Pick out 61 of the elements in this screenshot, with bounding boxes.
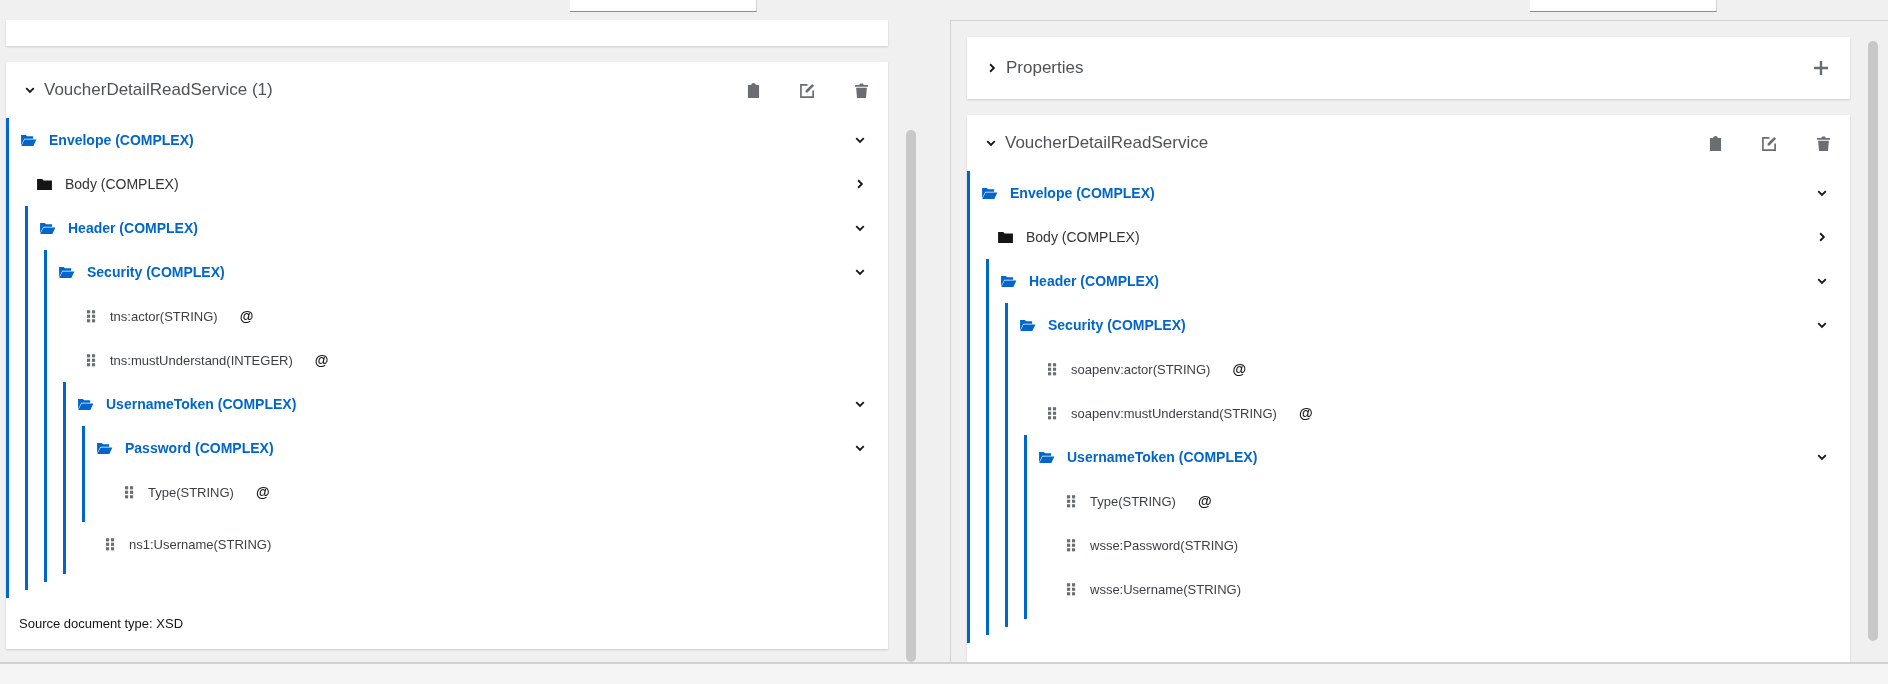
scrollbar[interactable] [906, 130, 916, 662]
folder-open-icon [20, 133, 37, 147]
tree-item[interactable]: Password (COMPLEX) [125, 440, 274, 456]
add-icon[interactable] [1814, 61, 1828, 75]
tree-item[interactable]: Header (COMPLEX) [1029, 273, 1159, 289]
tree-item[interactable]: UsernameToken (COMPLEX) [106, 396, 297, 412]
tree-item[interactable]: Body (COMPLEX) [1026, 229, 1140, 245]
tree-item[interactable]: Header (COMPLEX) [68, 220, 198, 236]
drag-handle-icon[interactable] [106, 537, 115, 551]
folder-icon [997, 230, 1014, 244]
tree-item[interactable]: Type(STRING) [148, 484, 234, 500]
edit-icon[interactable] [1762, 135, 1777, 151]
tree-item[interactable]: Type(STRING) [1090, 493, 1176, 509]
card-title: VoucherDetailReadService (1) [44, 80, 273, 100]
attribute-marker: @ [1232, 361, 1247, 377]
tree-item[interactable]: tns:actor(STRING) [110, 308, 218, 324]
tree-item[interactable]: UsernameToken (COMPLEX) [1067, 449, 1258, 465]
drag-handle-icon[interactable] [1067, 582, 1076, 596]
drag-handle-icon[interactable] [125, 485, 134, 499]
drag-handle-icon[interactable] [87, 353, 96, 367]
scrollbar[interactable] [1868, 41, 1878, 641]
tree-item[interactable]: wsse:Username(STRING) [1090, 581, 1241, 597]
tree-item[interactable]: Envelope (COMPLEX) [1010, 185, 1155, 201]
trash-icon[interactable] [855, 82, 868, 98]
folder-open-icon [77, 397, 94, 411]
tree-item[interactable]: Security (COMPLEX) [1048, 317, 1186, 333]
attribute-marker: @ [1197, 493, 1212, 509]
tree-item[interactable]: tns:mustUnderstand(INTEGER) [110, 352, 293, 368]
tree-item[interactable]: Body (COMPLEX) [65, 176, 179, 192]
drag-handle-icon[interactable] [1067, 494, 1076, 508]
folder-open-icon [1000, 274, 1017, 288]
search-field[interactable] [1530, 0, 1717, 12]
drag-handle-icon[interactable] [1048, 362, 1057, 376]
folder-open-icon [58, 265, 75, 279]
attribute-marker: @ [314, 352, 329, 368]
folder-icon [36, 177, 53, 191]
attribute-marker: @ [255, 484, 270, 500]
folder-open-icon [96, 441, 113, 455]
card-title: VoucherDetailReadService [1005, 133, 1209, 153]
drag-handle-icon[interactable] [1067, 538, 1076, 552]
tree-item[interactable]: Envelope (COMPLEX) [49, 132, 194, 148]
drag-handle-icon[interactable] [1048, 406, 1057, 420]
card-title: Properties [1006, 58, 1084, 78]
attribute-marker: @ [239, 308, 254, 324]
tree-item[interactable]: Security (COMPLEX) [87, 264, 225, 280]
clipboard-icon[interactable] [1709, 135, 1722, 151]
folder-open-icon [39, 221, 56, 235]
tree-item[interactable]: wsse:Password(STRING) [1090, 537, 1239, 553]
folder-open-icon [1019, 318, 1036, 332]
clipboard-icon[interactable] [747, 82, 760, 98]
tree-item[interactable]: ns1:Username(STRING) [129, 536, 272, 552]
document-type-label: Source document type: XSD [18, 615, 185, 633]
folder-open-icon [981, 186, 998, 200]
edit-icon[interactable] [800, 82, 815, 98]
tree-item[interactable]: soapenv:mustUnderstand(STRING) [1071, 405, 1277, 421]
tree-item[interactable]: soapenv:actor(STRING) [1071, 361, 1211, 377]
attribute-marker: @ [1298, 405, 1313, 421]
folder-open-icon [1038, 450, 1055, 464]
drag-handle-icon[interactable] [87, 309, 96, 323]
search-field[interactable] [570, 0, 757, 12]
trash-icon[interactable] [1817, 135, 1830, 151]
